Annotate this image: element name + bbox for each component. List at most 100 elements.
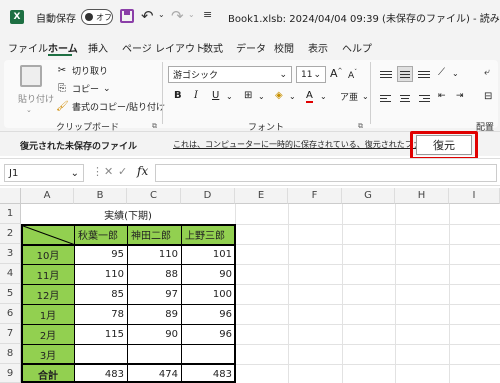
row-header[interactable]: 3: [0, 244, 21, 264]
column-header[interactable]: B: [74, 188, 127, 204]
autosave-toggle[interactable]: オフ: [81, 9, 113, 25]
value-cell[interactable]: 96: [182, 305, 235, 324]
column-header[interactable]: A: [21, 188, 74, 204]
formula-input[interactable]: [155, 164, 497, 182]
diagonal-header-cell[interactable]: [22, 225, 74, 244]
more-options-icon[interactable]: ⋮: [92, 165, 103, 178]
align-right-icon[interactable]: [416, 90, 432, 106]
merge-cells-icon[interactable]: ⊟: [484, 91, 492, 102]
month-cell[interactable]: 11月: [22, 265, 74, 284]
fill-color-icon[interactable]: ◈: [275, 90, 283, 101]
underline-button[interactable]: U: [212, 90, 219, 101]
orientation-icon[interactable]: ⟋: [438, 67, 445, 78]
tab-file[interactable]: ファイル: [8, 40, 48, 55]
row-header[interactable]: 6: [0, 304, 21, 324]
tab-insert[interactable]: 挿入: [88, 40, 108, 55]
column-header[interactable]: G: [342, 188, 395, 204]
value-cell[interactable]: 85: [75, 285, 127, 304]
copy-dropdown-icon[interactable]: ⌄: [103, 84, 111, 94]
value-cell[interactable]: 101: [182, 245, 235, 264]
wrap-text-icon[interactable]: ⤶: [484, 67, 490, 78]
value-cell[interactable]: 88: [128, 265, 181, 284]
column-header[interactable]: H: [395, 188, 449, 204]
enter-icon[interactable]: ✓: [118, 165, 127, 178]
bold-button[interactable]: B: [174, 90, 182, 101]
decrease-indent-icon[interactable]: ⇤: [438, 91, 446, 101]
paste-label[interactable]: 貼り付け: [18, 92, 54, 105]
increase-indent-icon[interactable]: ⇥: [456, 91, 464, 101]
quick-access-more-icon[interactable]: ≡: [203, 8, 212, 21]
month-cell[interactable]: 1月: [22, 305, 74, 324]
cut-button[interactable]: ✂ 切り取り: [56, 64, 108, 77]
tab-help[interactable]: ヘルプ: [342, 40, 372, 55]
row-header[interactable]: 5: [0, 284, 21, 304]
total-cell[interactable]: 474: [128, 365, 181, 383]
tab-home[interactable]: ホーム: [48, 40, 78, 55]
select-all-corner[interactable]: [0, 188, 21, 204]
phonetic-guide-icon[interactable]: ア亜: [340, 90, 358, 103]
font-size-select[interactable]: 11 ⌄: [296, 66, 326, 83]
value-cell[interactable]: [182, 345, 235, 364]
value-cell[interactable]: 100: [182, 285, 235, 304]
format-painter-button[interactable]: 🖌 書式のコピー/貼り付け: [56, 100, 165, 113]
month-cell[interactable]: 2月: [22, 325, 74, 344]
value-cell[interactable]: 78: [75, 305, 127, 324]
borders-icon[interactable]: ⊞: [244, 90, 252, 101]
name-box[interactable]: J1 ⌄: [4, 164, 84, 182]
phonetic-dropdown-icon[interactable]: ⌄: [362, 92, 369, 101]
sheet-title-cell[interactable]: 実績(下期): [21, 204, 235, 224]
column-header[interactable]: I: [449, 188, 500, 204]
column-header[interactable]: C: [127, 188, 181, 204]
value-cell[interactable]: 90: [128, 325, 181, 344]
font-launcher-icon[interactable]: ⧉: [358, 122, 363, 131]
increase-font-icon[interactable]: A^: [330, 67, 343, 80]
value-cell[interactable]: 97: [128, 285, 181, 304]
worksheet-grid[interactable]: A B C D E F G H I 1 2 3 4 5 6 7 8 9 実績(下…: [0, 188, 500, 383]
font-color-dropdown-icon[interactable]: ⌄: [320, 92, 327, 101]
orientation-dropdown-icon[interactable]: ⌄: [452, 69, 459, 78]
tab-formulas[interactable]: 数式: [203, 40, 223, 55]
font-name-select[interactable]: 游ゴシック ⌄: [168, 66, 292, 83]
value-cell[interactable]: 95: [75, 245, 127, 264]
tab-review[interactable]: 校閲: [274, 40, 294, 55]
column-header[interactable]: F: [288, 188, 342, 204]
column-header[interactable]: D: [181, 188, 235, 204]
clipboard-launcher-icon[interactable]: ⧉: [152, 122, 157, 131]
month-cell[interactable]: 3月: [22, 345, 74, 364]
month-cell[interactable]: 12月: [22, 285, 74, 304]
value-cell[interactable]: [128, 345, 181, 364]
fill-color-dropdown-icon[interactable]: ⌄: [289, 92, 296, 101]
restore-button[interactable]: 復元: [416, 135, 472, 155]
value-cell[interactable]: 96: [182, 325, 235, 344]
font-color-icon[interactable]: A: [306, 90, 313, 103]
header-cell[interactable]: 秋葉一郎: [75, 225, 127, 244]
row-header[interactable]: 8: [0, 344, 21, 364]
align-middle-icon[interactable]: [397, 66, 413, 82]
total-cell[interactable]: 483: [75, 365, 127, 383]
align-left-icon[interactable]: [378, 90, 394, 106]
paste-dropdown-icon[interactable]: ⌄: [26, 106, 32, 114]
tab-data[interactable]: データ: [236, 40, 266, 55]
undo-dropdown-icon[interactable]: ⌄: [158, 10, 165, 19]
value-cell[interactable]: 90: [182, 265, 235, 284]
total-cell[interactable]: 483: [182, 365, 235, 383]
value-cell[interactable]: 89: [128, 305, 181, 324]
total-label-cell[interactable]: 合計: [22, 365, 74, 383]
italic-button[interactable]: I: [194, 90, 198, 101]
header-cell[interactable]: 上野三郎: [182, 225, 235, 244]
tab-view[interactable]: 表示: [308, 40, 328, 55]
month-cell[interactable]: 10月: [22, 245, 74, 264]
value-cell[interactable]: 110: [75, 265, 127, 284]
row-header[interactable]: 1: [0, 204, 21, 224]
redo-dropdown-icon[interactable]: ⌄: [188, 10, 195, 19]
decrease-font-icon[interactable]: Aˇ: [348, 69, 357, 81]
row-header[interactable]: 4: [0, 264, 21, 284]
row-header[interactable]: 7: [0, 324, 21, 344]
align-center-icon[interactable]: [397, 90, 413, 106]
value-cell[interactable]: [75, 345, 127, 364]
undo-icon[interactable]: ↶: [141, 7, 154, 25]
insert-function-icon[interactable]: fx: [137, 164, 148, 178]
align-top-icon[interactable]: [378, 66, 394, 82]
cancel-icon[interactable]: ✕: [104, 165, 113, 178]
column-header[interactable]: E: [235, 188, 288, 204]
